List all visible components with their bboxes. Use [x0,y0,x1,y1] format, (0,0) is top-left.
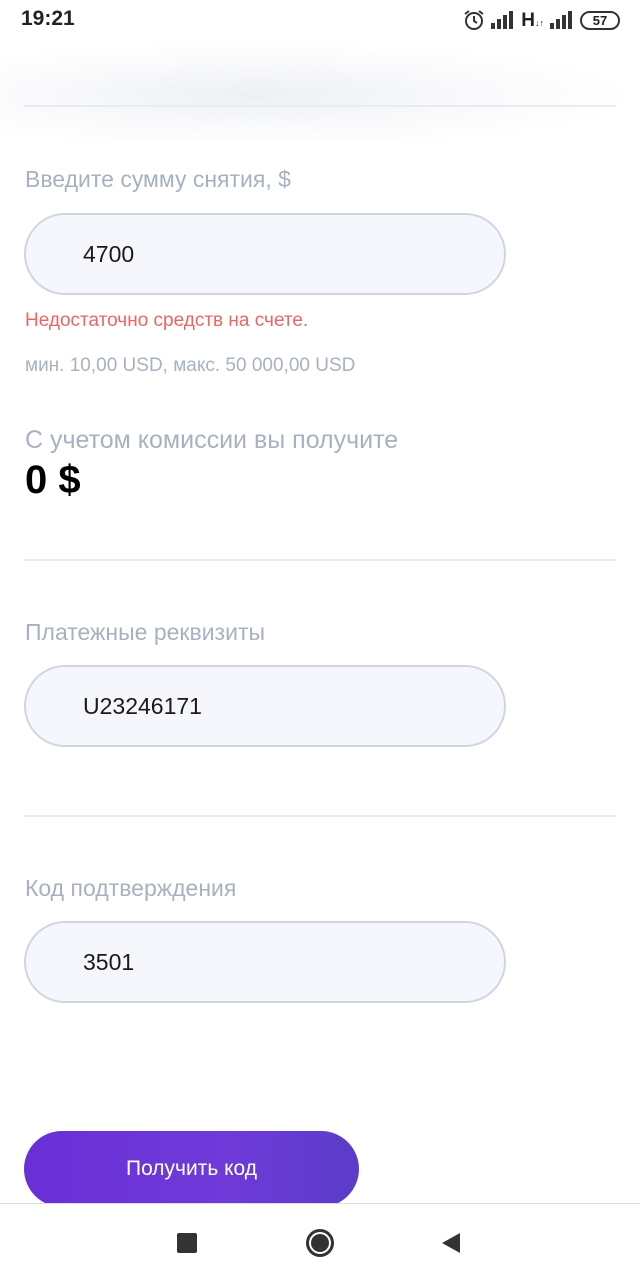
amount-input[interactable] [24,213,506,295]
amount-limits: мин. 10,00 USD, макс. 50 000,00 USD [25,355,356,376]
receive-amount: 0 $ [25,458,81,502]
signal-icon [491,11,515,29]
get-code-button[interactable]: Получить код [24,1131,359,1207]
status-bar: 19:21 H↓↑ 57 [0,0,640,40]
alarm-icon [463,9,485,31]
home-button[interactable] [280,1204,360,1280]
divider [24,815,616,817]
back-triangle-icon [442,1232,460,1253]
square-icon [177,1232,197,1253]
network-type: H↓↑ [521,9,544,31]
home-circle-icon [306,1228,334,1257]
signal-icon-2 [550,11,574,29]
divider [24,105,616,107]
battery-icon: 57 [580,10,620,30]
back-button[interactable] [411,1204,491,1280]
status-time: 19:21 [21,7,75,30]
confirmation-code-label: Код подтверждения [25,875,237,901]
navigation-bar [0,1203,640,1280]
payment-details-input[interactable] [24,665,506,747]
recent-apps-button[interactable] [147,1204,227,1280]
amount-label: Введите сумму снятия, $ [25,166,291,192]
insufficient-funds-error: Недостаточно средств на счете. [25,310,309,331]
divider [24,559,616,561]
blurred-header [0,40,640,140]
status-icons: H↓↑ 57 [463,8,620,32]
payment-details-label: Платежные реквизиты [25,619,266,645]
receive-label: С учетом комиссии вы получите [25,426,399,454]
confirmation-code-input[interactable] [24,921,506,1003]
